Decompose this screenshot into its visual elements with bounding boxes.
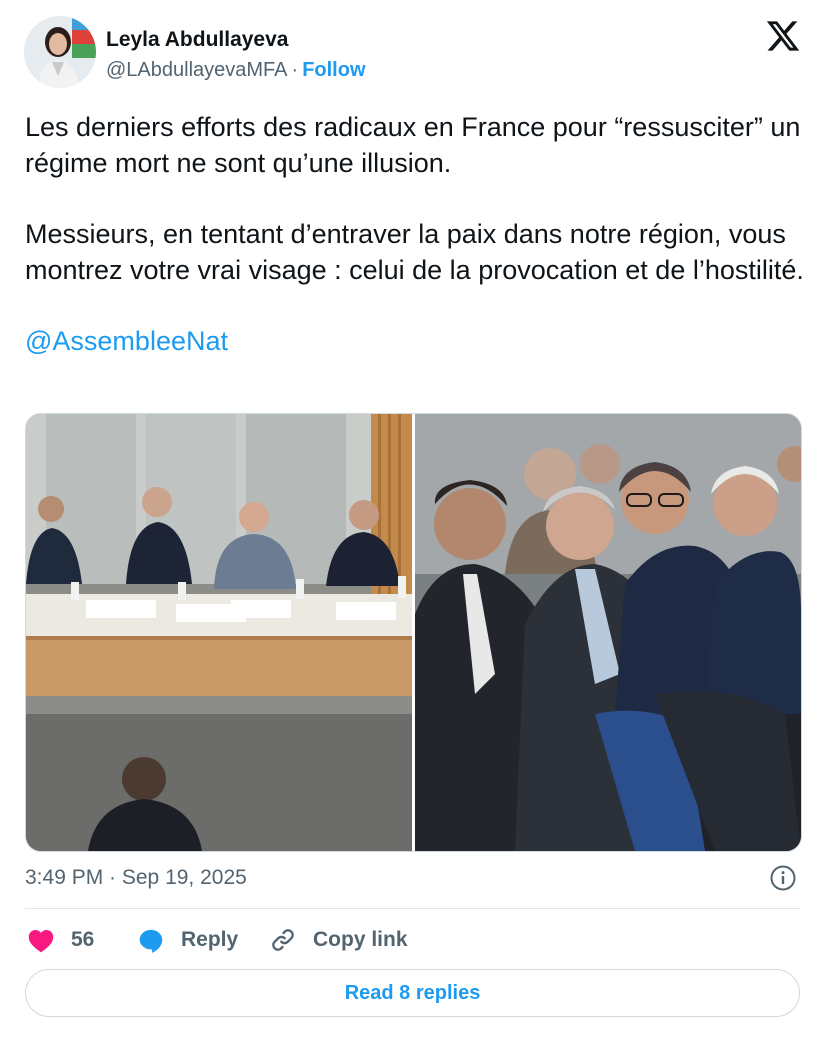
info-icon[interactable] bbox=[769, 864, 797, 892]
like-button[interactable]: 56 bbox=[27, 920, 94, 960]
action-bar: 56 Reply Copy link bbox=[25, 920, 800, 960]
divider bbox=[25, 908, 800, 909]
tweet-text: Les derniers efforts des radicaux en Fra… bbox=[25, 110, 805, 360]
media-grid bbox=[25, 413, 802, 852]
link-icon bbox=[272, 929, 294, 951]
read-replies-button[interactable]: Read 8 replies bbox=[25, 969, 800, 1017]
x-logo-icon[interactable] bbox=[765, 18, 801, 54]
tweet-embed-card: Leyla Abdullayeva @LAbdullayevaMFA · Follo… bbox=[0, 0, 823, 1039]
mention-link[interactable]: @AssembleeNat bbox=[25, 326, 228, 356]
audience-photo[interactable] bbox=[415, 414, 801, 851]
tweet-paragraph-2: Messieurs, en tentant d’entraver la paix… bbox=[25, 219, 804, 285]
author-name[interactable]: Leyla Abdullayeva bbox=[106, 28, 288, 52]
like-count: 56 bbox=[71, 928, 95, 951]
author-avatar[interactable] bbox=[24, 16, 96, 88]
reply-label: Reply bbox=[181, 928, 239, 951]
tweet-timestamp[interactable]: 3:49 PM · Sep 19, 2025 bbox=[25, 866, 247, 890]
tweet-paragraph-1: Les derniers efforts des radicaux en Fra… bbox=[25, 112, 801, 178]
copy-link-label: Copy link bbox=[313, 928, 408, 951]
conference-panel-photo[interactable] bbox=[26, 414, 412, 851]
author-handle[interactable]: @LAbdullayevaMFA bbox=[106, 59, 288, 81]
author-subline: @LAbdullayevaMFA · Follow bbox=[106, 59, 366, 82]
copy-link-button[interactable]: Copy link bbox=[269, 920, 408, 960]
reply-bubble-icon bbox=[139, 929, 163, 953]
reply-button[interactable]: Reply bbox=[137, 920, 238, 960]
follow-button[interactable]: Follow bbox=[302, 59, 365, 81]
heart-icon bbox=[28, 929, 54, 953]
separator-dot: · bbox=[291, 59, 299, 81]
